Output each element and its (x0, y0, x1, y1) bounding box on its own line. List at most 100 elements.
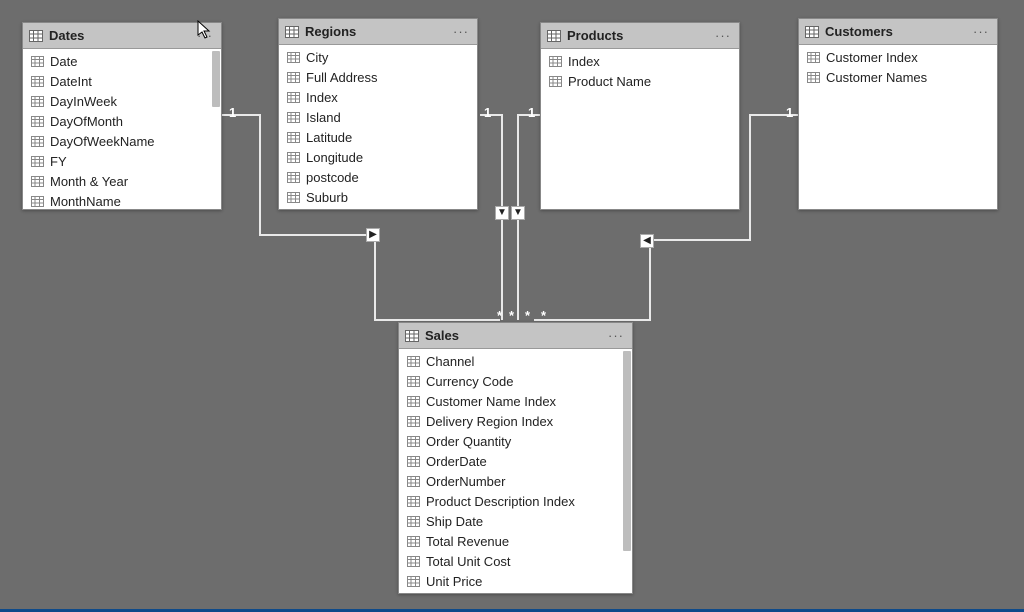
field-label: Total Unit Cost (426, 554, 511, 569)
field-item[interactable]: Product Name (541, 71, 739, 91)
field-item[interactable]: OrderNumber (399, 471, 632, 491)
table-name: Dates (49, 28, 84, 43)
field-item[interactable]: MonthName (23, 191, 221, 209)
column-icon (407, 436, 420, 447)
field-item[interactable]: OrderDate (399, 451, 632, 471)
table-header[interactable]: Customers ··· (799, 19, 997, 45)
field-item[interactable]: Delivery Region Index (399, 411, 632, 431)
table-icon (547, 30, 561, 42)
table-icon (805, 26, 819, 38)
field-item[interactable]: postcode (279, 167, 477, 187)
field-item[interactable]: Index (279, 87, 477, 107)
field-list: Channel Currency Code Customer Name Inde… (399, 349, 632, 593)
column-icon (407, 576, 420, 587)
column-icon (807, 52, 820, 63)
table-card-products[interactable]: Products ··· Index Product Name (540, 22, 740, 210)
field-item[interactable]: DayInWeek (23, 91, 221, 111)
field-label: postcode (306, 170, 359, 185)
field-item[interactable]: Index (541, 51, 739, 71)
table-card-regions[interactable]: Regions ··· City Full Address Index Isla… (278, 18, 478, 210)
column-icon (287, 132, 300, 143)
column-icon (549, 76, 562, 87)
table-card-customers[interactable]: Customers ··· Customer Index Customer Na… (798, 18, 998, 210)
field-item[interactable]: Date (23, 51, 221, 71)
field-label: Island (306, 110, 341, 125)
table-header[interactable]: Sales ··· (399, 323, 632, 349)
field-item[interactable]: Latitude (279, 127, 477, 147)
field-item[interactable]: Suburb (279, 187, 477, 207)
cardinality-one: 1 (229, 105, 236, 120)
column-icon (287, 92, 300, 103)
table-card-sales[interactable]: Sales ··· Channel Currency Code Customer… (398, 322, 633, 594)
field-item[interactable]: Currency Code (399, 371, 632, 391)
field-item[interactable]: Month & Year (23, 171, 221, 191)
field-item[interactable]: Full Address (279, 67, 477, 87)
field-item[interactable]: Unit Price (399, 571, 632, 591)
column-icon (31, 116, 44, 127)
field-label: Customer Index (826, 50, 918, 65)
scrollbar-thumb[interactable] (212, 51, 220, 107)
field-label: Latitude (306, 130, 352, 145)
field-item[interactable]: Total Revenue (399, 531, 632, 551)
field-item[interactable]: Product Description Index (399, 491, 632, 511)
field-label: FY (50, 154, 67, 169)
column-icon (407, 476, 420, 487)
field-item[interactable]: Ship Date (399, 511, 632, 531)
column-icon (287, 152, 300, 163)
cardinality-one: 1 (484, 105, 491, 120)
field-item[interactable]: Total Unit Cost (399, 551, 632, 571)
more-icon[interactable]: ··· (971, 24, 991, 39)
column-icon (407, 356, 420, 367)
column-icon (31, 176, 44, 187)
field-label: Delivery Region Index (426, 414, 553, 429)
field-label: Total Revenue (426, 534, 509, 549)
field-label: OrderNumber (426, 474, 505, 489)
scrollbar-thumb[interactable] (623, 351, 631, 551)
cardinality-one: 1 (786, 105, 793, 120)
field-item[interactable]: DayOfWeekName (23, 131, 221, 151)
more-icon[interactable]: ··· (451, 24, 471, 39)
column-icon (407, 496, 420, 507)
field-item[interactable]: Order Quantity (399, 431, 632, 451)
column-icon (407, 376, 420, 387)
table-header[interactable]: Dates ··· (23, 23, 221, 49)
field-label: Ship Date (426, 514, 483, 529)
field-label: Currency Code (426, 374, 513, 389)
table-card-dates[interactable]: Dates ··· Date DateInt DayInWeek DayOfMo… (22, 22, 222, 210)
field-item[interactable]: City (279, 47, 477, 67)
field-item[interactable]: Channel (399, 351, 632, 371)
field-item[interactable]: Island (279, 107, 477, 127)
field-label: Unit Price (426, 574, 482, 589)
cardinality-many: * (525, 308, 530, 323)
field-label: Month & Year (50, 174, 128, 189)
column-icon (287, 112, 300, 123)
table-name: Customers (825, 24, 893, 39)
table-header[interactable]: Regions ··· (279, 19, 477, 45)
field-item[interactable]: FY (23, 151, 221, 171)
column-icon (31, 136, 44, 147)
more-icon[interactable]: ··· (713, 28, 733, 43)
more-icon[interactable]: ··· (195, 28, 215, 43)
column-icon (31, 96, 44, 107)
field-label: Channel (426, 354, 474, 369)
column-icon (31, 196, 44, 207)
table-name: Sales (425, 328, 459, 343)
more-icon[interactable]: ··· (606, 328, 626, 343)
field-label: Full Address (306, 70, 378, 85)
column-icon (407, 556, 420, 567)
table-header[interactable]: Products ··· (541, 23, 739, 49)
field-item[interactable]: Customer Names (799, 67, 997, 87)
field-label: Product Name (568, 74, 651, 89)
field-item[interactable]: Customer Index (799, 47, 997, 67)
column-icon (407, 396, 420, 407)
field-item[interactable]: DateInt (23, 71, 221, 91)
field-label: DayInWeek (50, 94, 117, 109)
field-list: Index Product Name (541, 49, 739, 93)
field-label: Order Quantity (426, 434, 511, 449)
field-item[interactable]: Longitude (279, 147, 477, 167)
model-canvas[interactable]: 1 1 1 1 * * * * ▶ ▼ ▼ ◀ Dates ··· Date D… (0, 0, 1024, 612)
field-label: OrderDate (426, 454, 487, 469)
filter-arrow-icon: ▶ (366, 228, 380, 242)
field-item[interactable]: DayOfMonth (23, 111, 221, 131)
field-item[interactable]: Customer Name Index (399, 391, 632, 411)
